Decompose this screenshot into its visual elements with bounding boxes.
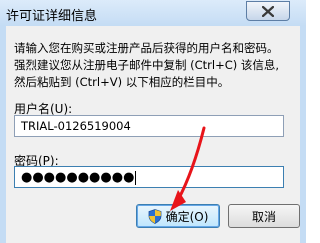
ok-button-label: 确定(O) <box>165 209 209 224</box>
dialog-body: 请输入您在购买或注册产品后获得的用户名和密码。 强烈建议您从注册电子邮件中复制 … <box>6 26 300 243</box>
instruction-line: 请输入您在购买或注册产品后获得的用户名和密码。 <box>14 41 279 55</box>
close-icon <box>262 5 274 17</box>
instruction-line: 强烈建议您从注册电子邮件中复制 (Ctrl+C) 该信息, <box>14 58 280 72</box>
window-border-right <box>300 26 306 243</box>
cancel-button-label: 取消 <box>251 209 276 224</box>
username-field[interactable]: TRIAL-0126519004 <box>14 115 284 137</box>
shield-icon <box>148 208 161 224</box>
password-field[interactable]: ●●●●●●●●●● <box>14 166 284 188</box>
instruction-line: 然后粘贴到 (Ctrl+V) 以下相应的栏目中。 <box>14 75 230 89</box>
cancel-button[interactable]: 取消 <box>228 204 300 228</box>
close-button[interactable] <box>246 1 290 21</box>
password-masked-value: ●●●●●●●●●● <box>21 170 135 185</box>
text-caret <box>135 170 137 185</box>
instructions-text: 请输入您在购买或注册产品后获得的用户名和密码。 强烈建议您从注册电子邮件中复制 … <box>14 40 294 91</box>
window-title: 许可证详细信息 <box>6 9 98 24</box>
title-bar: 许可证详细信息 <box>0 0 306 27</box>
ok-button[interactable]: 确定(O) <box>136 204 220 228</box>
